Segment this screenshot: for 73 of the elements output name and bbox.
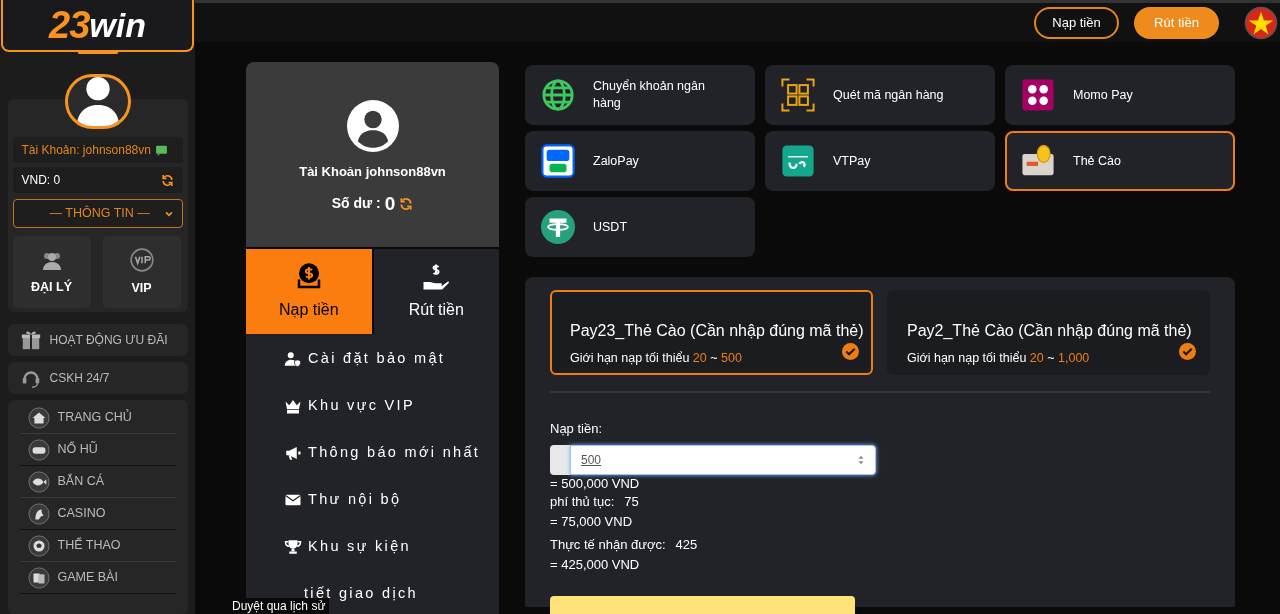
balance-value: 0	[384, 191, 396, 216]
received-vnd: = 425,000 VND	[550, 555, 641, 574]
received-value: 425	[675, 535, 698, 554]
balance-text: VND: 0	[21, 172, 61, 189]
scratch-card-icon	[1021, 144, 1055, 178]
user-shield-icon	[284, 350, 302, 368]
channel-option[interactable]: Pay23_Thẻ Cào (Cần nhập đúng mã thẻ) Giới hạn nạp tối thiểu 20 ~ 500	[550, 290, 873, 375]
check-circle-icon	[1179, 343, 1196, 360]
tether-coin-icon	[541, 210, 575, 244]
channel-option[interactable]: Pay2_Thẻ Cào (Cần nhập đúng mã thẻ) Giới hạn nạp tối thiểu 20 ~ 1,000	[887, 290, 1210, 375]
sidebar-tile[interactable]: VIP	[102, 236, 181, 308]
account-name: Tài Khoản: johnson88vn	[21, 142, 151, 159]
sidebar-menu-item[interactable]: NỔ HŨ	[19, 434, 176, 466]
account-menu-item[interactable]: Khu sự kiện	[284, 536, 499, 558]
amount-vnd: = 500,000 VND	[550, 474, 641, 492]
sidebar-link[interactable]: CSKH 24/7	[7, 362, 188, 394]
amount-label: Nạp tiền:	[550, 420, 604, 438]
balance-label: Số dư :	[331, 194, 381, 214]
logo-word: win	[89, 4, 146, 46]
sidebar-menu-item[interactable]: GAME BÀI	[19, 562, 176, 594]
account-menu-item[interactable]: Cài đặt bảo mật	[284, 348, 499, 370]
account-menu-item[interactable]: Thông báo mới nhất	[284, 442, 499, 464]
payment-method[interactable]: Momo Pay	[1005, 65, 1235, 125]
house-icon	[27, 406, 50, 429]
sidebar-menu-item[interactable]: BẮN CÁ	[19, 466, 176, 498]
sidebar-menu-item[interactable]: THỂ THAO	[19, 530, 176, 562]
payment-method[interactable]: VTPay	[765, 131, 995, 191]
playing-cards-icon	[27, 566, 50, 589]
gamepad-icon	[27, 438, 50, 461]
soccer-ball-icon	[27, 534, 50, 557]
megaphone-icon	[284, 444, 302, 462]
wallet-app-icon	[541, 144, 575, 178]
refresh-icon	[399, 196, 414, 211]
fee-value: 75	[624, 492, 639, 511]
gift-icon	[19, 329, 42, 351]
flag-icon[interactable]	[1244, 5, 1278, 40]
pay-button[interactable]	[550, 595, 855, 614]
tab[interactable]: Rút tiền	[373, 249, 499, 334]
payment-method[interactable]: Chuyển khoản ngân hàng	[525, 65, 755, 125]
globe-icon	[541, 78, 575, 112]
sidebar-menu-item[interactable]: CASINO	[19, 498, 176, 530]
amount-input[interactable]: 500	[570, 444, 876, 475]
tab[interactable]: Nạp tiền	[246, 249, 372, 334]
check-circle-icon	[842, 343, 859, 360]
account-menu-item[interactable]: Khu vực VIP	[284, 395, 499, 417]
fee-vnd: = 75,000 VND	[550, 512, 634, 531]
logo-digits: 23	[48, 2, 90, 48]
payment-method[interactable]: Thẻ Cào	[1005, 131, 1235, 191]
header-button[interactable]: Nạp tiền	[1034, 6, 1119, 39]
user-avatar-icon	[346, 100, 399, 152]
received-label: Thực tế nhận được:	[550, 535, 666, 554]
payment-method[interactable]: Quét mã ngân hàng	[765, 65, 995, 125]
logo[interactable]: 23win	[1, 0, 194, 52]
account-menu-item[interactable]: Thư nội bộ	[284, 489, 499, 511]
fee-label: phí thủ tục:	[550, 492, 615, 511]
input-addon	[550, 444, 570, 475]
momo-logo-icon	[1021, 78, 1055, 112]
fish-icon	[27, 470, 50, 493]
info-dropdown[interactable]: — THÔNG TIN —	[12, 199, 183, 228]
pay-app-icon	[781, 144, 815, 178]
trophy-icon	[284, 538, 302, 556]
figure-icon	[27, 502, 50, 525]
payment-method[interactable]: USDT	[525, 197, 755, 257]
chat-icon	[154, 143, 168, 157]
logo-notch	[77, 51, 118, 55]
vip-badge-icon	[127, 246, 156, 273]
sidebar-tile[interactable]: ĐẠI LÝ	[12, 236, 91, 308]
refresh-icon[interactable]	[160, 173, 174, 187]
sidebar-menu-item[interactable]: TRANG CHỦ	[19, 402, 176, 434]
sidebar-link[interactable]: HOẠT ĐỘNG ƯU ĐÃI	[7, 324, 188, 356]
qr-code-icon	[781, 78, 815, 112]
payment-method[interactable]: ZaloPay	[525, 131, 755, 191]
profile-account: Tài Khoản johnson88vn	[299, 163, 446, 181]
